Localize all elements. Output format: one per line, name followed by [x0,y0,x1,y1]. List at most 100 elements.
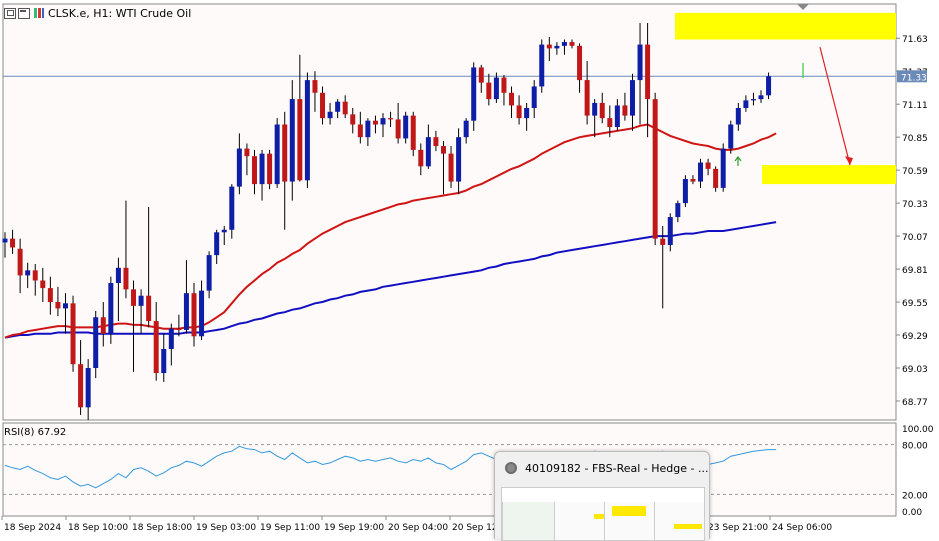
candle-body [40,280,46,289]
candle-body [750,99,756,101]
thumb-highlight-1 [594,514,604,519]
candle-body [191,293,197,337]
taskbar-preview-popup[interactable]: 40109182 - FBS-Real - Hedge - ... [494,451,710,541]
y-tick-label: 71.63 [902,35,928,45]
candle-body [440,146,446,154]
price-chart[interactable]: 71.6371.3771.1170.8570.5970.3370.0769.81… [0,0,939,538]
y-tick-label: 68.77 [902,398,928,408]
candle-body [221,229,227,233]
rsi-panel-frame [2,422,897,517]
rsi-indicator-label: RSI(8) 67.92 [4,427,67,438]
candle-body [698,162,704,182]
candle-body [206,255,212,291]
candle-body [561,42,567,46]
candle-body [448,153,454,182]
candle-body [244,148,250,157]
candle-body [622,105,628,116]
candle-body [289,99,295,182]
restore-window-icon[interactable] [4,7,16,19]
candle-body [524,108,530,119]
candle-body [312,80,318,93]
candle-body [493,77,499,100]
candle-body [274,124,280,185]
candle-body [682,179,688,204]
rsi-level-label: 0.00 [902,508,922,518]
x-tick-label: 24 Sep 06:00 [772,523,832,533]
x-tick-label: 19 Sep 03:00 [196,523,256,533]
candle-body [138,295,144,306]
candle-body [131,289,137,306]
thumb-highlight-3 [674,524,702,529]
thumb-pane-1 [554,502,605,540]
x-tick-label: 18 Sep 18:00 [132,523,192,533]
candle-body [388,118,394,120]
candle-body [62,303,68,309]
candle-body [637,44,643,81]
candle-body [456,137,462,182]
y-tick-label: 70.85 [902,134,928,144]
candle-body [93,317,99,368]
candle-body [176,328,182,330]
candle-body [728,124,734,149]
candle-body [531,86,537,108]
candle-body [554,45,560,49]
preview-thumbnail[interactable] [501,487,705,541]
candle-body [342,101,348,115]
rsi-level-label: 20.00 [902,491,928,501]
candle-body [199,290,205,337]
candle-body [471,67,477,121]
thumb-highlight-2 [612,506,646,516]
y-tick-label: 70.33 [902,200,928,210]
candle-body [660,238,666,245]
candle-body [365,120,371,138]
x-tick-label: 20 Sep 04:00 [388,523,448,533]
maximize-window-icon[interactable] [18,7,30,19]
candle-body [85,368,91,408]
candle-body [25,270,31,276]
candle-body [10,238,16,248]
candle-body [357,124,363,138]
x-tick-label: 18 Sep 2024 [4,523,61,533]
candle-body [720,148,726,188]
candle-body [629,80,635,116]
rsi-level-label: 80.00 [902,442,928,452]
candle-body [614,105,620,128]
candle-body [425,137,431,167]
candle-body [146,295,152,322]
candle-body [214,232,220,256]
candle-body [607,118,613,128]
candle-body [55,302,61,309]
x-tick-label: 19 Sep 11:00 [260,523,320,533]
candle-body [183,293,189,330]
supply-demand-zone [675,12,896,40]
candle-body [486,82,492,100]
candle-body [282,124,288,182]
candle-body [153,321,159,374]
candle-body [78,364,84,408]
candle-body [735,108,741,125]
current-price-label: 71.33 [901,73,927,83]
candle-body [168,328,174,349]
candle-body [546,44,552,49]
chart-symbol-icon [34,8,44,18]
candle-body [418,149,424,167]
candle-body [161,348,167,374]
y-tick-label: 70.59 [902,167,928,177]
y-tick-label: 71.11 [902,101,928,111]
y-tick-label: 69.55 [902,299,928,309]
candle-body [509,92,515,106]
rsi-level-label: 100.00 [902,425,934,435]
candle-body [372,120,378,125]
x-tick-label: 23 Sep 21:00 [708,523,768,533]
candle-body [667,217,673,245]
candle-body [108,283,114,334]
candle-body [501,77,507,93]
candle-body [251,156,257,185]
candle-body [395,119,401,139]
candle-body [675,203,681,218]
candle-body [433,137,439,147]
candle-body [304,80,310,181]
candle-body [569,42,575,46]
y-tick-label: 69.81 [902,266,928,276]
candle-body [380,118,386,125]
